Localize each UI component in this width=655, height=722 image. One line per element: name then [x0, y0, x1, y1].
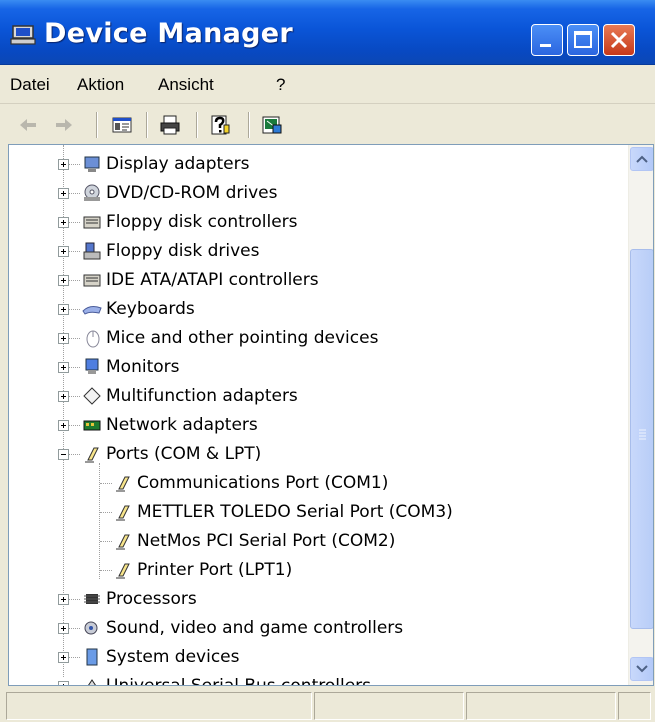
tree-node-label[interactable]: Keyboards [106, 295, 195, 324]
toolbar-separator [96, 112, 98, 138]
expand-toggle[interactable] [58, 333, 69, 344]
tree-node-label[interactable]: Monitors [106, 353, 179, 382]
menu-datei[interactable]: Datei [10, 75, 50, 95]
menu-ansicht[interactable]: Ansicht [158, 75, 214, 95]
port-icon [116, 476, 130, 492]
controller-icon [83, 216, 101, 229]
tree-line [100, 570, 112, 572]
expand-toggle[interactable] [58, 652, 69, 663]
tree-node-label[interactable]: Mice and other pointing devices [106, 324, 378, 353]
expand-toggle[interactable] [58, 623, 69, 634]
port-icon [116, 505, 130, 521]
expand-toggle[interactable] [58, 681, 69, 685]
sound-icon [84, 621, 98, 635]
processor-icon [84, 594, 100, 604]
help-icon[interactable] [208, 113, 232, 137]
status-bar [0, 688, 655, 722]
usb-icon [88, 679, 96, 685]
tree-node-label[interactable]: Network adapters [106, 411, 258, 440]
controller-icon [83, 274, 101, 287]
expand-toggle[interactable] [58, 159, 69, 170]
status-panel [314, 692, 464, 720]
tree-line [100, 483, 112, 485]
tree-child-label[interactable]: NetMos PCI Serial Port (COM2) [137, 527, 395, 556]
tree-node-label[interactable]: Processors [106, 585, 197, 614]
chevron-down-icon [636, 665, 648, 673]
maximize-button[interactable] [567, 24, 599, 56]
expand-toggle[interactable] [58, 304, 69, 315]
toolbar-separator [196, 112, 198, 138]
port-icon [116, 563, 130, 579]
keyboard-icon [82, 306, 102, 315]
status-panel [618, 692, 651, 720]
device-manager-window: Device Manager Datei Aktion Ansicht ? Di… [0, 0, 655, 722]
computer-icon [10, 25, 36, 45]
tree-node-label[interactable]: System devices [106, 643, 240, 672]
device-tree-pane[interactable]: Display adapters DVD/CD-ROM drives Floppy … [8, 144, 654, 686]
network-adapter-icon [83, 420, 101, 431]
tree-node-label[interactable]: Ports (COM & LPT) [106, 440, 261, 469]
expand-toggle[interactable] [58, 420, 69, 431]
tree-line [99, 463, 101, 579]
system-device-icon [86, 648, 98, 666]
scroll-thumb[interactable] [630, 249, 653, 629]
scroll-up-button[interactable] [630, 147, 653, 171]
scroll-down-button[interactable] [630, 657, 653, 681]
expand-toggle[interactable] [58, 217, 69, 228]
menu-aktion[interactable]: Aktion [77, 75, 124, 95]
expand-toggle[interactable] [58, 246, 69, 257]
tree-node-label[interactable]: Floppy disk drives [106, 237, 259, 266]
tree-line [100, 512, 112, 514]
expand-toggle[interactable] [58, 594, 69, 605]
tree-child-label[interactable]: METTLER TOLEDO Serial Port (COM3) [137, 498, 453, 527]
title-bar[interactable]: Device Manager [0, 0, 655, 65]
minimize-icon [540, 44, 551, 47]
floppy-drive-icon [83, 242, 101, 260]
print-icon[interactable] [158, 113, 182, 137]
back-arrow-icon[interactable] [16, 113, 40, 137]
menu-bar: Datei Aktion Ansicht ? [0, 65, 655, 104]
toolbar-separator [146, 112, 148, 138]
tree-node-label[interactable]: IDE ATA/ATAPI controllers [106, 266, 319, 295]
monitor-icon [85, 358, 99, 374]
display-adapter-icon [84, 156, 100, 172]
tree-node-label[interactable]: Multifunction adapters [106, 382, 298, 411]
tree-node-label[interactable]: Display adapters [106, 150, 249, 179]
chevron-up-icon [636, 155, 648, 163]
window-title: Device Manager [44, 18, 293, 49]
tree-child-label[interactable]: Printer Port (LPT1) [137, 556, 292, 585]
tree-line [100, 541, 112, 543]
close-icon [610, 31, 628, 49]
multifunction-icon [83, 387, 101, 405]
properties-icon[interactable] [260, 113, 284, 137]
expand-toggle[interactable] [58, 391, 69, 402]
collapse-toggle[interactable] [58, 449, 69, 460]
tree-node-label[interactable]: Sound, video and game controllers [106, 614, 403, 643]
maximize-icon [574, 31, 592, 48]
mouse-icon [86, 330, 100, 348]
port-icon [85, 447, 99, 463]
console-tree-icon[interactable] [110, 113, 134, 137]
expand-toggle[interactable] [58, 275, 69, 286]
vertical-scrollbar[interactable] [628, 145, 653, 685]
status-panel [6, 692, 312, 720]
port-icon [116, 534, 130, 550]
grip-icon [639, 429, 646, 440]
tree-node-label[interactable]: DVD/CD-ROM drives [106, 179, 277, 208]
cd-drive-icon [84, 184, 100, 201]
tree-node-label[interactable]: Universal Serial Bus controllers [106, 672, 371, 685]
toolbar-separator [248, 112, 250, 138]
expand-toggle[interactable] [58, 362, 69, 373]
toolbar [0, 104, 655, 146]
menu-help[interactable]: ? [276, 75, 285, 95]
forward-arrow-icon[interactable] [52, 113, 76, 137]
tree-node-label[interactable]: Floppy disk controllers [106, 208, 298, 237]
expand-toggle[interactable] [58, 188, 69, 199]
tree-child-label[interactable]: Communications Port (COM1) [137, 469, 388, 498]
minimize-button[interactable] [531, 24, 563, 56]
status-panel [466, 692, 616, 720]
close-button[interactable] [603, 24, 635, 56]
